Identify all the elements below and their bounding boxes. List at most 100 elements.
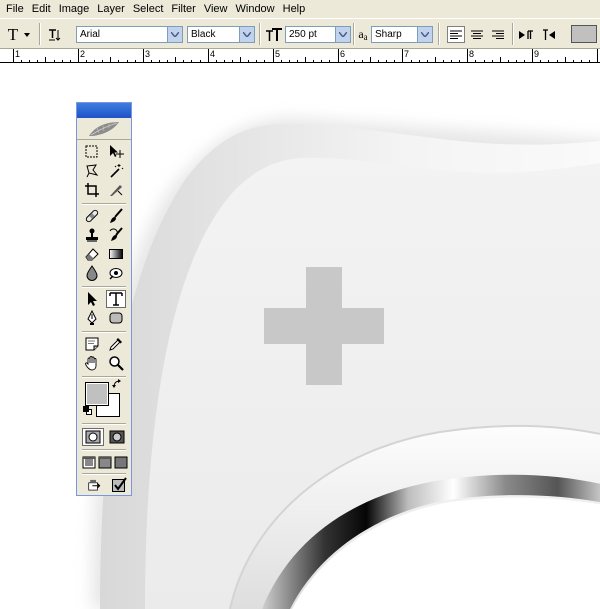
align-center-button[interactable] [468,26,486,43]
dodge-tool[interactable] [106,264,126,282]
type-tool[interactable] [106,290,126,308]
hand-tool[interactable] [82,354,102,372]
ruler-label: 2 [80,49,86,59]
gradient-icon [109,249,123,259]
menu-bar: File Edit Image Layer Select Filter View… [0,0,600,18]
separator [438,23,440,45]
separator [512,23,514,45]
text-color-swatch[interactable] [571,25,597,43]
warp-text-icon [519,29,533,39]
align-left-icon [450,30,462,39]
ruler-label: 9 [534,49,540,59]
move-icon [110,145,124,158]
separator [82,423,126,425]
standard-mode-button[interactable] [82,428,104,446]
antialias-icon: aa [358,27,368,42]
gradient-tool[interactable] [106,245,126,263]
eyedropper-tool[interactable] [106,335,126,353]
full-screen-menu-mode-button[interactable] [97,453,113,471]
chevron-down-icon [167,27,182,42]
swap-colors-button[interactable] [112,379,122,389]
dodge-icon [109,268,123,280]
toolbox-title-bar[interactable] [77,103,131,118]
adobe-online-button[interactable] [77,118,131,140]
pen-tool[interactable] [82,309,102,327]
eraser-tool[interactable] [82,245,102,263]
standard-screen-mode-button[interactable] [81,453,97,471]
align-right-button[interactable] [489,26,507,43]
notes-tool[interactable] [82,335,102,353]
lasso-icon [86,164,99,178]
screen-mode-standard-icon [82,456,96,469]
slice-tool[interactable] [106,181,126,199]
foreground-color-swatch[interactable] [85,382,109,406]
menu-edit[interactable]: Edit [28,0,55,18]
ruler-label: 8 [469,49,475,59]
slice-icon [110,185,123,196]
font-size-icon [266,27,282,41]
menu-filter[interactable]: Filter [167,0,199,18]
eraser-icon [85,248,99,261]
font-style-value: Black [191,29,216,40]
note-icon [85,337,99,351]
stamp-icon [86,228,98,242]
menu-window[interactable]: Window [232,0,279,18]
font-size-value: 250 pt [289,29,317,40]
separator [39,23,41,45]
healing-brush-tool[interactable] [82,207,102,225]
chevron-down-icon [24,32,31,37]
ruler-label: 5 [275,49,281,59]
tool-preset-picker[interactable]: T [2,24,36,44]
clone-stamp-tool[interactable] [82,226,102,244]
font-size-select[interactable]: 250 pt [285,26,351,43]
swap-arrow-icon [112,379,121,388]
crop-tool[interactable] [82,181,102,199]
menu-layer[interactable]: Layer [93,0,129,18]
history-brush-tool[interactable] [106,226,126,244]
shape-tool[interactable] [106,309,126,327]
magic-wand-tool[interactable] [106,162,126,180]
toolbox-panel [76,102,132,496]
jump-to-icon [88,479,101,491]
menu-file[interactable]: File [2,0,28,18]
menu-image[interactable]: Image [55,0,94,18]
arrow-cursor-icon [88,292,97,306]
antialias-select[interactable]: Sharp [371,26,433,43]
quick-mask-mode-button[interactable] [106,428,128,446]
lasso-tool[interactable] [82,162,102,180]
font-style-select[interactable]: Black [187,26,255,43]
text-orientation-button[interactable] [46,26,64,43]
blur-tool[interactable] [82,264,102,282]
ruler-label: 4 [210,49,216,59]
hand-icon [85,356,97,371]
move-tool[interactable] [106,143,126,161]
separator [82,449,126,451]
brush-tool[interactable] [106,207,126,225]
zoom-tool[interactable] [106,354,126,372]
jump-to-imageready-button[interactable] [83,476,109,494]
menu-view[interactable]: View [200,0,232,18]
drop-icon [86,265,98,281]
ruler-label: 1 [15,49,21,59]
menu-select[interactable]: Select [129,0,168,18]
path-selection-tool[interactable] [82,290,102,308]
type-icon [109,292,123,306]
default-colors-button[interactable] [83,406,93,416]
full-screen-mode-button[interactable] [113,453,129,471]
warp-text-button[interactable] [517,26,535,43]
horizontal-ruler: 1 2 3 4 5 6 7 8 9 [0,49,600,63]
character-palette-button[interactable] [539,26,557,43]
separator [82,331,126,333]
font-family-select[interactable]: Arial [76,26,183,43]
marquee-tool[interactable] [82,143,102,161]
menu-help[interactable]: Help [279,0,310,18]
text-orientation-icon [49,28,61,41]
type-tool-icon: T [7,24,19,44]
screen-mode-full-icon [114,456,128,469]
marquee-icon [85,145,98,158]
chevron-down-icon [335,27,350,42]
magic-wand-icon [110,164,124,178]
brush-icon [110,208,123,223]
align-left-button[interactable] [447,26,465,43]
checkbox-indicator[interactable] [109,476,129,494]
